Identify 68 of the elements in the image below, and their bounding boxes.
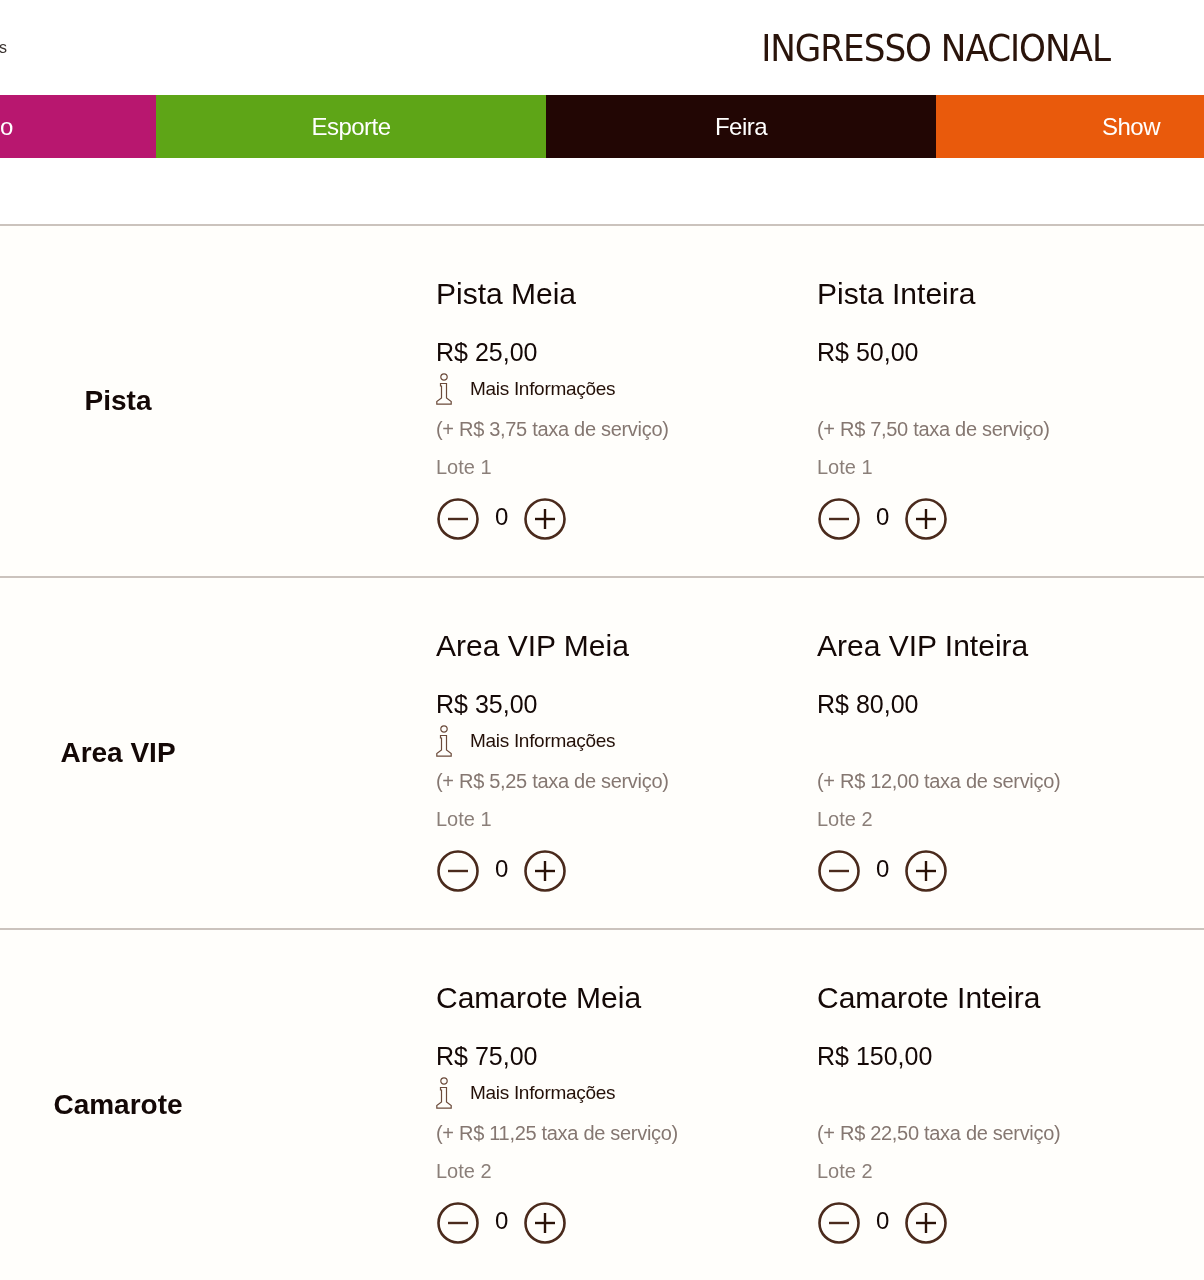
increase-button[interactable] xyxy=(524,850,567,892)
info-icon xyxy=(436,1077,452,1109)
batch-label: Lote 1 xyxy=(817,455,873,480)
minus-icon xyxy=(818,850,860,892)
increase-button[interactable] xyxy=(524,1202,567,1244)
minus-icon xyxy=(818,1202,860,1244)
plus-icon xyxy=(905,1202,948,1244)
decrease-button[interactable] xyxy=(818,498,860,540)
service-fee: (+ R$ 7,50 taxa de serviço) xyxy=(817,417,1050,442)
ticket-name: Area VIP Inteira xyxy=(817,628,1029,664)
section-title: Camarote xyxy=(53,1088,183,1122)
increase-button[interactable] xyxy=(905,1202,948,1244)
increase-button[interactable] xyxy=(905,850,948,892)
info-icon xyxy=(436,725,452,757)
batch-label: Lote 1 xyxy=(436,455,492,480)
ticket-price: R$ 50,00 xyxy=(817,337,919,368)
section-title: Pista xyxy=(84,384,152,418)
ticket-price: R$ 25,00 xyxy=(436,337,538,368)
quantity-value: 0 xyxy=(495,854,509,884)
ticket-name: Camarote Inteira xyxy=(817,980,1041,1016)
header-text: s xyxy=(0,37,7,58)
minus-icon xyxy=(437,498,479,540)
ticket-price: R$ 80,00 xyxy=(817,689,919,720)
batch-label: Lote 2 xyxy=(817,1159,873,1184)
quantity-value: 0 xyxy=(495,502,509,532)
quantity-value: 0 xyxy=(876,854,890,884)
section-title: Area VIP xyxy=(60,736,176,770)
plus-icon xyxy=(905,850,948,892)
minus-icon xyxy=(437,850,479,892)
plus-icon xyxy=(524,850,567,892)
plus-icon xyxy=(524,498,567,540)
minus-icon xyxy=(437,1202,479,1244)
service-fee: (+ R$ 11,25 taxa de serviço) xyxy=(436,1121,678,1146)
increase-button[interactable] xyxy=(905,498,948,540)
category-tab[interactable]: o xyxy=(0,95,156,158)
batch-label: Lote 2 xyxy=(436,1159,492,1184)
service-fee: (+ R$ 3,75 taxa de serviço) xyxy=(436,417,669,442)
decrease-button[interactable] xyxy=(437,1202,479,1244)
decrease-button[interactable] xyxy=(818,1202,860,1244)
service-fee: (+ R$ 12,00 taxa de serviço) xyxy=(817,769,1061,794)
ticket-price: R$ 75,00 xyxy=(436,1041,538,1072)
ticket-price: R$ 35,00 xyxy=(436,689,538,720)
service-fee: (+ R$ 22,50 taxa de serviço) xyxy=(817,1121,1061,1146)
decrease-button[interactable] xyxy=(437,498,479,540)
quantity-value: 0 xyxy=(495,1206,509,1236)
plus-icon xyxy=(524,1202,567,1244)
quantity-value: 0 xyxy=(876,1206,890,1236)
ticket-name: Pista Meia xyxy=(436,276,577,312)
ticket-name: Pista Inteira xyxy=(817,276,976,312)
ticket-price: R$ 150,00 xyxy=(817,1041,933,1072)
decrease-button[interactable] xyxy=(437,850,479,892)
more-info-link[interactable]: Mais Informações xyxy=(436,724,616,758)
ticket-name: Camarote Meia xyxy=(436,980,642,1016)
site-logo[interactable]: INGRESSO NACIONAL xyxy=(761,25,1110,70)
ticket-name: Area VIP Meia xyxy=(436,628,629,664)
category-tab[interactable]: Show xyxy=(936,95,1204,158)
minus-icon xyxy=(818,498,860,540)
more-info-link[interactable]: Mais Informações xyxy=(436,372,616,406)
batch-label: Lote 2 xyxy=(817,807,873,832)
quantity-value: 0 xyxy=(876,502,890,532)
batch-label: Lote 1 xyxy=(436,807,492,832)
info-icon xyxy=(436,373,452,405)
decrease-button[interactable] xyxy=(818,850,860,892)
plus-icon xyxy=(905,498,948,540)
category-tab[interactable]: Feira xyxy=(546,95,936,158)
more-info-link[interactable]: Mais Informações xyxy=(436,1076,616,1110)
service-fee: (+ R$ 5,25 taxa de serviço) xyxy=(436,769,669,794)
increase-button[interactable] xyxy=(524,498,567,540)
